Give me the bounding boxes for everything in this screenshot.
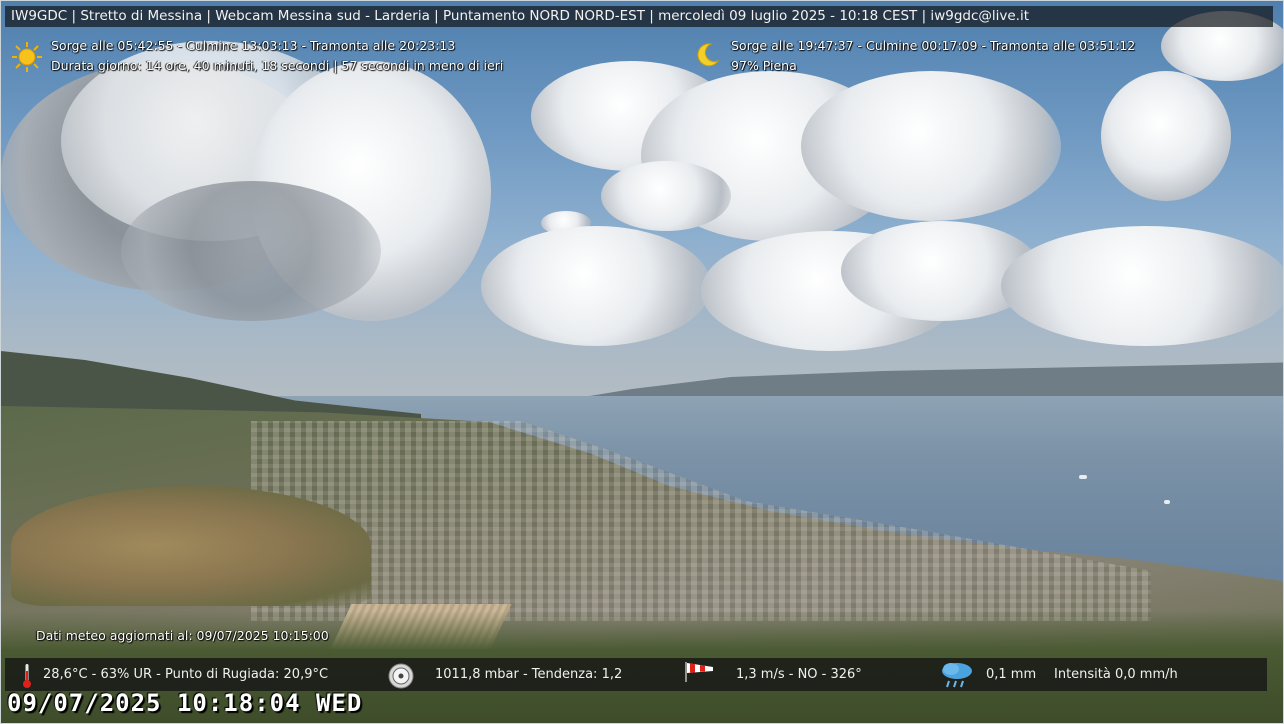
rain-intensity: Intensità 0,0 mm/h <box>1054 667 1178 682</box>
moon-icon <box>697 43 720 67</box>
day-length: Durata giorno: 14 ore, 40 minuti, 18 sec… <box>51 58 504 73</box>
rain-amount: 0,1 mm <box>986 667 1037 682</box>
windsock-icon <box>685 662 713 682</box>
moon-times: Sorge alle 19:47:37 - Culmine 00:17:09 -… <box>731 38 1136 53</box>
wind: 1,3 m/s - NO - 326° <box>736 667 862 682</box>
boat <box>1079 475 1087 479</box>
meteo-update-time: Dati meteo aggiornati al: 09/07/2025 10:… <box>36 628 329 643</box>
cloud <box>481 226 711 346</box>
thermometer-icon <box>23 664 31 688</box>
cloud <box>121 181 381 321</box>
sun-icon <box>12 42 42 72</box>
pressure: 1011,8 mbar - Tendenza: 1,2 <box>435 667 623 682</box>
cloud <box>1001 226 1283 346</box>
timestamp: 09/07/2025 10:18:04 WED <box>7 689 363 717</box>
dry-hill <box>11 486 371 606</box>
webcam-frame: IW9GDC | Stretto di Messina | Webcam Mes… <box>0 0 1284 724</box>
cloud <box>601 161 731 231</box>
barometer-icon <box>388 663 414 689</box>
cloud <box>801 71 1061 221</box>
rain-cloud-icon <box>942 663 972 688</box>
sun-times: Sorge alle 05:42:55 - Culmine 13:03:13 -… <box>51 38 456 53</box>
moon-phase: 97% Piena <box>731 58 797 73</box>
header-bar: IW9GDC | Stretto di Messina | Webcam Mes… <box>5 6 1273 27</box>
boat <box>1164 500 1170 504</box>
temperature-humidity: 28,6°C - 63% UR - Punto di Rugiada: 20,9… <box>43 667 329 682</box>
cloud <box>1101 71 1231 201</box>
